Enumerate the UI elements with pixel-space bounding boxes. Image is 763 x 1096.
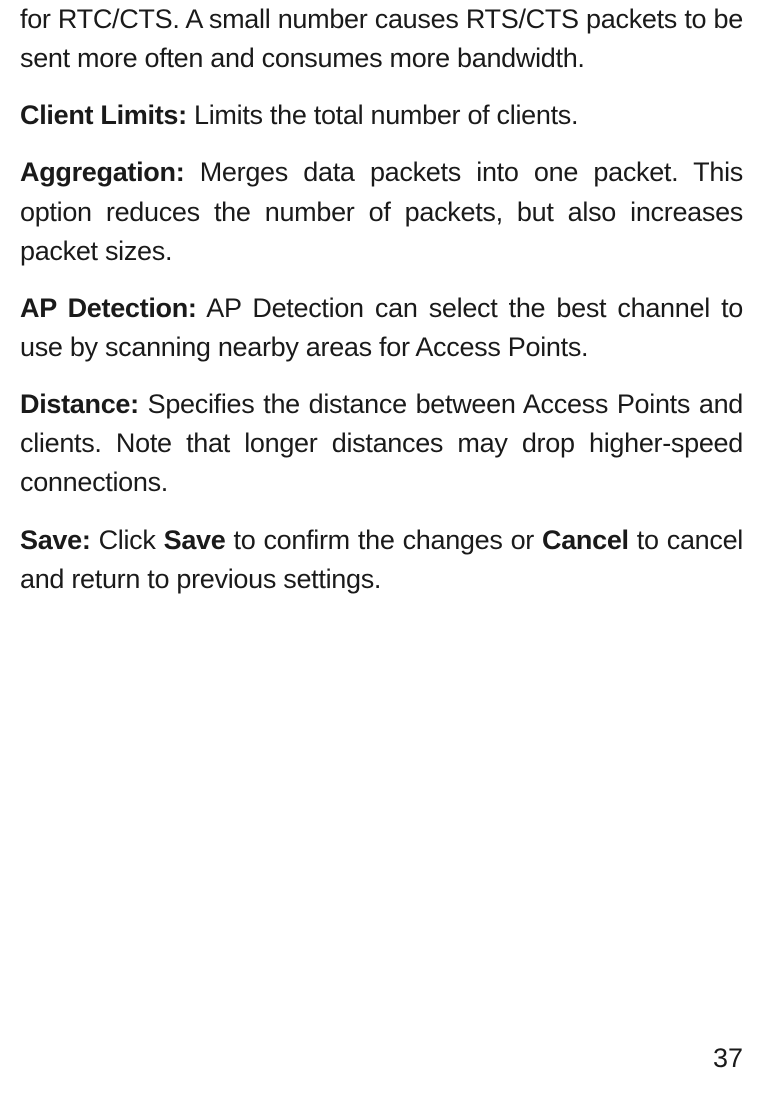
term-client-limits: Client Limits: xyxy=(20,100,187,130)
document-content: for RTC/CTS. A small number causes RTS/C… xyxy=(20,0,743,599)
text: to confirm the changes or xyxy=(225,525,542,555)
page-number: 37 xyxy=(713,1043,743,1074)
term-distance: Distance: xyxy=(20,389,139,419)
term-ap-detection: AP Detection: xyxy=(20,293,197,323)
term-aggregation: Aggregation: xyxy=(20,157,184,187)
term-save: Save: xyxy=(20,525,91,555)
paragraph-save: Save: Click Save to confirm the changes … xyxy=(20,521,743,599)
text: for RTC/CTS. A small number causes RTS/C… xyxy=(20,4,743,73)
paragraph-aggregation: Aggregation: Merges data packets into on… xyxy=(20,153,743,270)
paragraph-ap-detection: AP Detection: AP Detection can select th… xyxy=(20,289,743,367)
paragraph-distance: Distance: Specifies the distance between… xyxy=(20,385,743,502)
text: Limits the total number of clients. xyxy=(187,100,578,130)
paragraph-client-limits: Client Limits: Limits the total number o… xyxy=(20,96,743,135)
bold-cancel: Cancel xyxy=(542,525,629,555)
paragraph-rtc-cts: for RTC/CTS. A small number causes RTS/C… xyxy=(20,0,743,78)
bold-save: Save xyxy=(164,525,226,555)
text: Click xyxy=(91,525,164,555)
